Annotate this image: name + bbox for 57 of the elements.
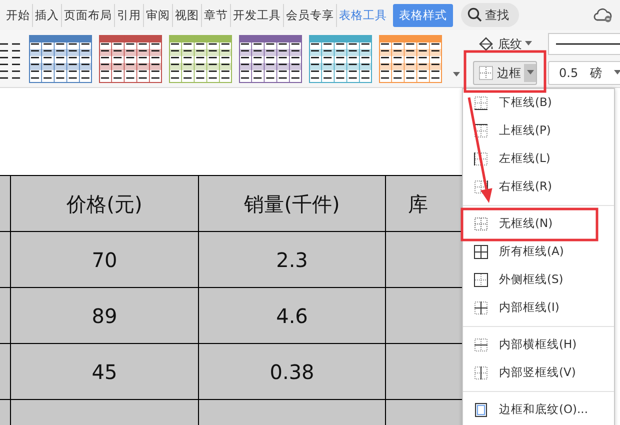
table-cell: 2.3 bbox=[198, 232, 386, 288]
column-header: 销量(千件) bbox=[198, 176, 386, 232]
no-border-icon bbox=[473, 216, 489, 232]
bottom-border-icon bbox=[473, 95, 489, 111]
left-border-icon bbox=[473, 151, 489, 167]
menu-item[interactable]: 上框线(P) bbox=[463, 117, 614, 145]
line-width-field[interactable]: 0.5 磅 bbox=[548, 60, 620, 84]
table-style-thumbnail[interactable] bbox=[99, 34, 162, 82]
ribbon-tab[interactable]: 引用 bbox=[115, 4, 144, 26]
menu-item[interactable]: 内部竖框线(V) bbox=[463, 359, 614, 387]
menu-item[interactable]: 内部横框线(H) bbox=[463, 331, 614, 359]
inside-borders-icon bbox=[473, 300, 489, 316]
search-button[interactable]: 查找 bbox=[461, 3, 519, 27]
caret-icon bbox=[614, 70, 620, 75]
table-style-thumbnail[interactable] bbox=[309, 34, 372, 82]
menu-item[interactable]: 外侧框线(S) bbox=[463, 266, 614, 294]
ribbon-tab[interactable]: 表格工具 bbox=[337, 4, 389, 26]
table-style-thumbnail[interactable] bbox=[379, 34, 442, 82]
table-cell: 89 bbox=[10, 288, 198, 344]
table-style-thumbnail[interactable] bbox=[169, 34, 232, 82]
borders-dialog-icon bbox=[473, 402, 489, 418]
inside-horizontal-border-icon bbox=[473, 337, 489, 353]
table-cell: 0.38 bbox=[198, 344, 386, 400]
column-header: 价格(元) bbox=[10, 176, 198, 232]
ribbon-tab[interactable]: 开发工具 bbox=[231, 4, 284, 26]
ribbon-tab[interactable]: 页面布局 bbox=[62, 4, 115, 26]
menu-item[interactable]: 内部框线(I) bbox=[463, 294, 614, 322]
menu-item[interactable]: 下框线(B) bbox=[463, 89, 614, 117]
ribbon-tab[interactable]: 开始 bbox=[4, 4, 33, 26]
cloud-icon[interactable] bbox=[592, 6, 614, 24]
caret-icon bbox=[526, 70, 534, 75]
inside-vertical-border-icon bbox=[473, 365, 489, 381]
shading-button[interactable]: 底纹 bbox=[473, 32, 537, 54]
line-style-preview[interactable] bbox=[548, 32, 620, 54]
table-style-thumbnail[interactable] bbox=[29, 34, 92, 82]
table-cell: 70 bbox=[10, 232, 198, 288]
border-grid-icon bbox=[478, 64, 494, 80]
ribbon-tab[interactable]: 审阅 bbox=[144, 4, 173, 26]
borders-button[interactable]: 边框 bbox=[473, 60, 537, 84]
table-style-thumbnail[interactable] bbox=[239, 34, 302, 82]
ribbon-tab[interactable]: 插入 bbox=[33, 4, 62, 26]
right-border-icon bbox=[473, 179, 489, 195]
ribbon-tab[interactable]: 会员专享 bbox=[284, 4, 337, 26]
paint-bucket-icon bbox=[477, 36, 495, 52]
search-icon bbox=[467, 7, 483, 23]
top-border-icon bbox=[473, 123, 489, 139]
ribbon-tab[interactable]: 视图 bbox=[173, 4, 202, 26]
caret-icon bbox=[525, 41, 532, 46]
menu-item[interactable]: 左框线(L) bbox=[463, 145, 614, 173]
all-borders-icon bbox=[473, 244, 489, 260]
outside-borders-icon bbox=[473, 272, 489, 288]
table-cell: 45 bbox=[10, 344, 198, 400]
table-cell: 4.6 bbox=[198, 288, 386, 344]
menu-item[interactable]: 边框和底纹(O)... bbox=[463, 396, 614, 424]
gallery-more-icon[interactable] bbox=[453, 72, 460, 77]
menu-item[interactable]: 所有框线(A) bbox=[463, 238, 614, 266]
ribbon-tab[interactable]: 章节 bbox=[202, 4, 231, 26]
